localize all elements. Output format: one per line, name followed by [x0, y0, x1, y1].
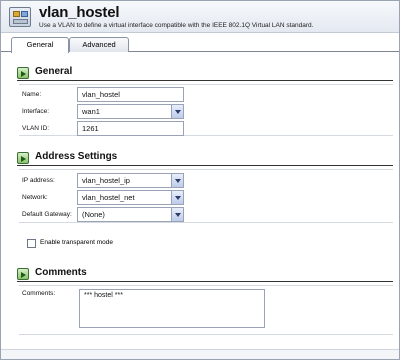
- chevron-down-icon[interactable]: [171, 208, 183, 221]
- section-title-address: Address Settings: [35, 151, 118, 162]
- chevron-down-icon[interactable]: [171, 105, 183, 118]
- tab-advanced[interactable]: Advanced: [69, 37, 129, 52]
- vlan-id-row: VLAN ID: 1261: [19, 121, 393, 137]
- page-title: vlan_hostel: [39, 4, 120, 21]
- section-comments-header: Comments: [17, 267, 393, 282]
- page-subtitle: Use a VLAN to define a virtual interface…: [39, 22, 314, 29]
- address-fields: IP address: vlan_hostel_ip Network: vlan…: [19, 169, 393, 223]
- comments-label: Comments:: [22, 290, 56, 297]
- gateway-select[interactable]: (None): [77, 207, 184, 222]
- bottom-bar: [1, 349, 399, 359]
- chevron-down-icon[interactable]: [171, 174, 183, 187]
- ip-address-select[interactable]: vlan_hostel_ip: [77, 173, 184, 188]
- name-label: Name:: [22, 91, 42, 98]
- section-title-comments: Comments: [35, 267, 87, 278]
- interface-select[interactable]: wan1: [77, 104, 184, 119]
- gateway-value: (None): [82, 210, 105, 219]
- green-arrow-icon: [17, 268, 29, 280]
- green-arrow-icon: [17, 152, 29, 164]
- ip-label: IP address:: [22, 177, 55, 184]
- section-address-header: Address Settings: [17, 151, 393, 166]
- network-select[interactable]: vlan_hostel_net: [77, 190, 184, 205]
- comments-textarea[interactable]: *** hostel ***: [79, 289, 265, 328]
- network-value: vlan_hostel_net: [82, 193, 135, 202]
- gateway-label: Default Gateway:: [22, 211, 72, 218]
- vlan-interface-icon: [9, 7, 31, 27]
- name-row: Name: vlan_hostel: [19, 87, 393, 103]
- tab-bar: General Advanced: [1, 34, 399, 53]
- page-header: vlan_hostel Use a VLAN to define a virtu…: [1, 1, 399, 33]
- interface-label: Interface:: [22, 108, 50, 115]
- vlan-id-field[interactable]: 1261: [77, 121, 184, 136]
- network-row: Network: vlan_hostel_net: [19, 190, 393, 206]
- interface-row: Interface: wan1: [19, 104, 393, 120]
- transparent-mode-checkbox[interactable]: [27, 239, 36, 248]
- ip-row: IP address: vlan_hostel_ip: [19, 173, 393, 189]
- network-label: Network:: [22, 194, 48, 201]
- ip-value: vlan_hostel_ip: [82, 176, 130, 185]
- gateway-row: Default Gateway: (None): [19, 207, 393, 223]
- section-general-header: General: [17, 66, 393, 81]
- chevron-down-icon[interactable]: [171, 191, 183, 204]
- name-field[interactable]: vlan_hostel: [77, 87, 184, 102]
- transparent-mode-label: Enable transparent mode: [40, 239, 113, 246]
- vlan-id-label: VLAN ID:: [22, 125, 50, 132]
- general-fields: Name: vlan_hostel Interface: wan1 VLAN I…: [19, 84, 393, 136]
- green-arrow-icon: [17, 67, 29, 79]
- section-title-general: General: [35, 66, 73, 77]
- interface-value: wan1: [82, 107, 100, 116]
- tab-general[interactable]: General: [11, 37, 69, 53]
